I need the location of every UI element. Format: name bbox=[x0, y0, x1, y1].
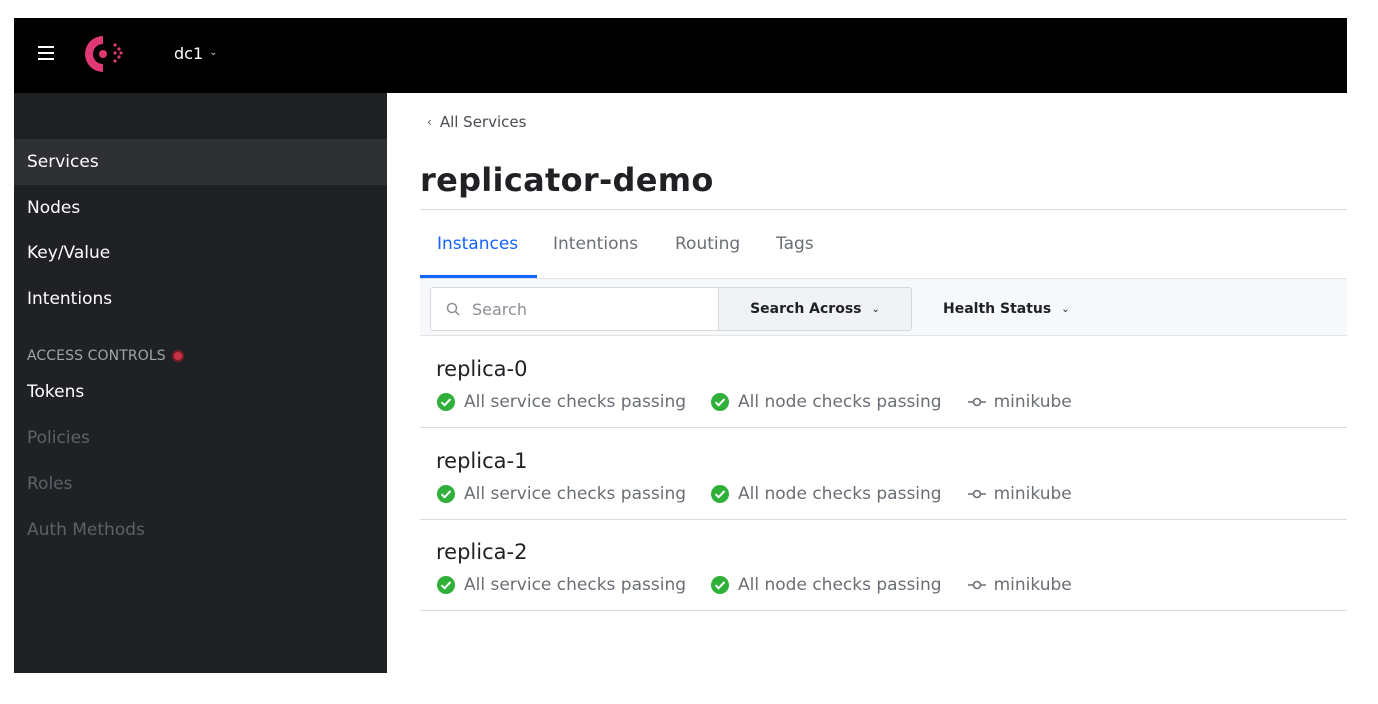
list-item[interactable]: replica-1 All service checks passing All… bbox=[420, 429, 1347, 520]
tab-tags[interactable]: Tags bbox=[776, 210, 814, 278]
filter-bar: Search Across ⌄ Health Status ⌄ bbox=[420, 278, 1347, 336]
service-checks-status: All service checks passing bbox=[436, 392, 686, 412]
tab-bar: Instances Intentions Routing Tags bbox=[419, 210, 1347, 278]
service-checks-label: All service checks passing bbox=[464, 392, 687, 412]
instance-name: replica-0 bbox=[436, 357, 528, 381]
service-checks-label: All service checks passing bbox=[464, 575, 687, 595]
sidebar: Services Nodes Key/Value Intentions ACCE… bbox=[14, 93, 391, 673]
sidebar-item-label: Auth Methods bbox=[27, 520, 145, 540]
chevron-down-icon: ⌄ bbox=[209, 46, 218, 58]
sidebar-item-key-value[interactable]: Key/Value bbox=[14, 230, 387, 276]
instance-meta: All service checks passing All node chec… bbox=[436, 392, 1072, 412]
breadcrumb[interactable]: ‹ All Services bbox=[427, 113, 526, 131]
instance-name: replica-2 bbox=[436, 540, 528, 564]
check-circle-icon bbox=[711, 393, 730, 411]
node-link[interactable]: minikube bbox=[967, 484, 1072, 504]
datacenter-select[interactable]: dc1 ⌄ bbox=[174, 42, 218, 64]
breadcrumb-label: All Services bbox=[439, 113, 527, 131]
health-status-label: Health Status bbox=[943, 301, 1052, 317]
sidebar-item-auth-methods: Auth Methods bbox=[14, 507, 387, 553]
menu-icon[interactable] bbox=[38, 46, 54, 60]
sidebar-item-services[interactable]: Services bbox=[14, 139, 391, 185]
node-label: minikube bbox=[993, 484, 1072, 504]
sidebar-item-tokens[interactable]: Tokens bbox=[14, 369, 387, 415]
service-checks-label: All service checks passing bbox=[464, 484, 687, 504]
sidebar-item-nodes[interactable]: Nodes bbox=[14, 185, 387, 231]
node-icon bbox=[967, 489, 986, 499]
node-checks-label: All node checks passing bbox=[738, 575, 942, 595]
check-circle-icon bbox=[711, 485, 730, 503]
check-circle-icon bbox=[437, 393, 455, 411]
sidebar-item-label: Roles bbox=[27, 474, 73, 494]
consul-logo-icon[interactable] bbox=[78, 32, 126, 76]
node-checks-status: All node checks passing bbox=[710, 575, 942, 595]
check-circle-icon bbox=[437, 485, 455, 503]
instance-meta: All service checks passing All node chec… bbox=[436, 575, 1072, 595]
node-checks-status: All node checks passing bbox=[710, 484, 942, 504]
sidebar-item-roles: Roles bbox=[14, 461, 387, 507]
search-across-dropdown[interactable]: Search Across ⌄ bbox=[718, 287, 912, 331]
node-label: minikube bbox=[993, 392, 1072, 412]
sidebar-item-label: Intentions bbox=[27, 289, 113, 309]
sidebar-item-label: Policies bbox=[27, 428, 90, 448]
main-content: ‹ All Services replicator-demo Instances… bbox=[387, 93, 1347, 673]
sidebar-item-label: Key/Value bbox=[27, 243, 111, 263]
check-circle-icon bbox=[711, 576, 730, 594]
node-checks-label: All node checks passing bbox=[738, 392, 942, 412]
tab-routing[interactable]: Routing bbox=[675, 210, 740, 278]
tab-intentions[interactable]: Intentions bbox=[553, 210, 638, 278]
tab-instances[interactable]: Instances bbox=[419, 210, 538, 278]
chevron-down-icon: ⌄ bbox=[871, 303, 880, 315]
sidebar-item-intentions[interactable]: Intentions bbox=[14, 276, 387, 322]
page-title: replicator-demo bbox=[420, 161, 714, 199]
warning-dot-icon bbox=[171, 350, 184, 362]
sidebar-item-label: Tokens bbox=[27, 382, 85, 402]
list-item[interactable]: replica-0 All service checks passing All… bbox=[420, 337, 1347, 428]
list-item[interactable]: replica-2 All service checks passing All… bbox=[420, 520, 1347, 611]
node-icon bbox=[967, 580, 986, 590]
health-status-dropdown[interactable]: Health Status ⌄ bbox=[943, 287, 1070, 331]
app-window: dc1 ⌄ Services Nodes Key/Value Intention… bbox=[14, 18, 1347, 673]
access-controls-heading: ACCESS CONTROLS bbox=[27, 348, 184, 364]
sidebar-item-label: Nodes bbox=[27, 198, 81, 218]
datacenter-label: dc1 bbox=[174, 43, 204, 63]
sidebar-item-policies: Policies bbox=[14, 415, 387, 461]
chevron-down-icon: ⌄ bbox=[1061, 303, 1070, 315]
instance-meta: All service checks passing All node chec… bbox=[436, 484, 1072, 504]
node-link[interactable]: minikube bbox=[967, 575, 1072, 595]
node-icon bbox=[967, 397, 986, 407]
check-circle-icon bbox=[437, 576, 455, 594]
sidebar-item-label: Services bbox=[27, 152, 99, 172]
search-across-label: Search Across bbox=[750, 301, 862, 317]
node-label: minikube bbox=[993, 575, 1072, 595]
search-icon bbox=[446, 302, 460, 316]
node-checks-status: All node checks passing bbox=[710, 392, 942, 412]
instance-name: replica-1 bbox=[436, 449, 528, 473]
service-checks-status: All service checks passing bbox=[436, 575, 686, 595]
chevron-left-icon: ‹ bbox=[427, 115, 432, 129]
node-checks-label: All node checks passing bbox=[738, 484, 942, 504]
section-label: ACCESS CONTROLS bbox=[27, 348, 166, 364]
service-checks-status: All service checks passing bbox=[436, 484, 686, 504]
node-link[interactable]: minikube bbox=[967, 392, 1072, 412]
search-input[interactable] bbox=[472, 299, 692, 319]
top-bar: dc1 ⌄ bbox=[14, 18, 1347, 93]
search-field[interactable] bbox=[430, 287, 718, 331]
